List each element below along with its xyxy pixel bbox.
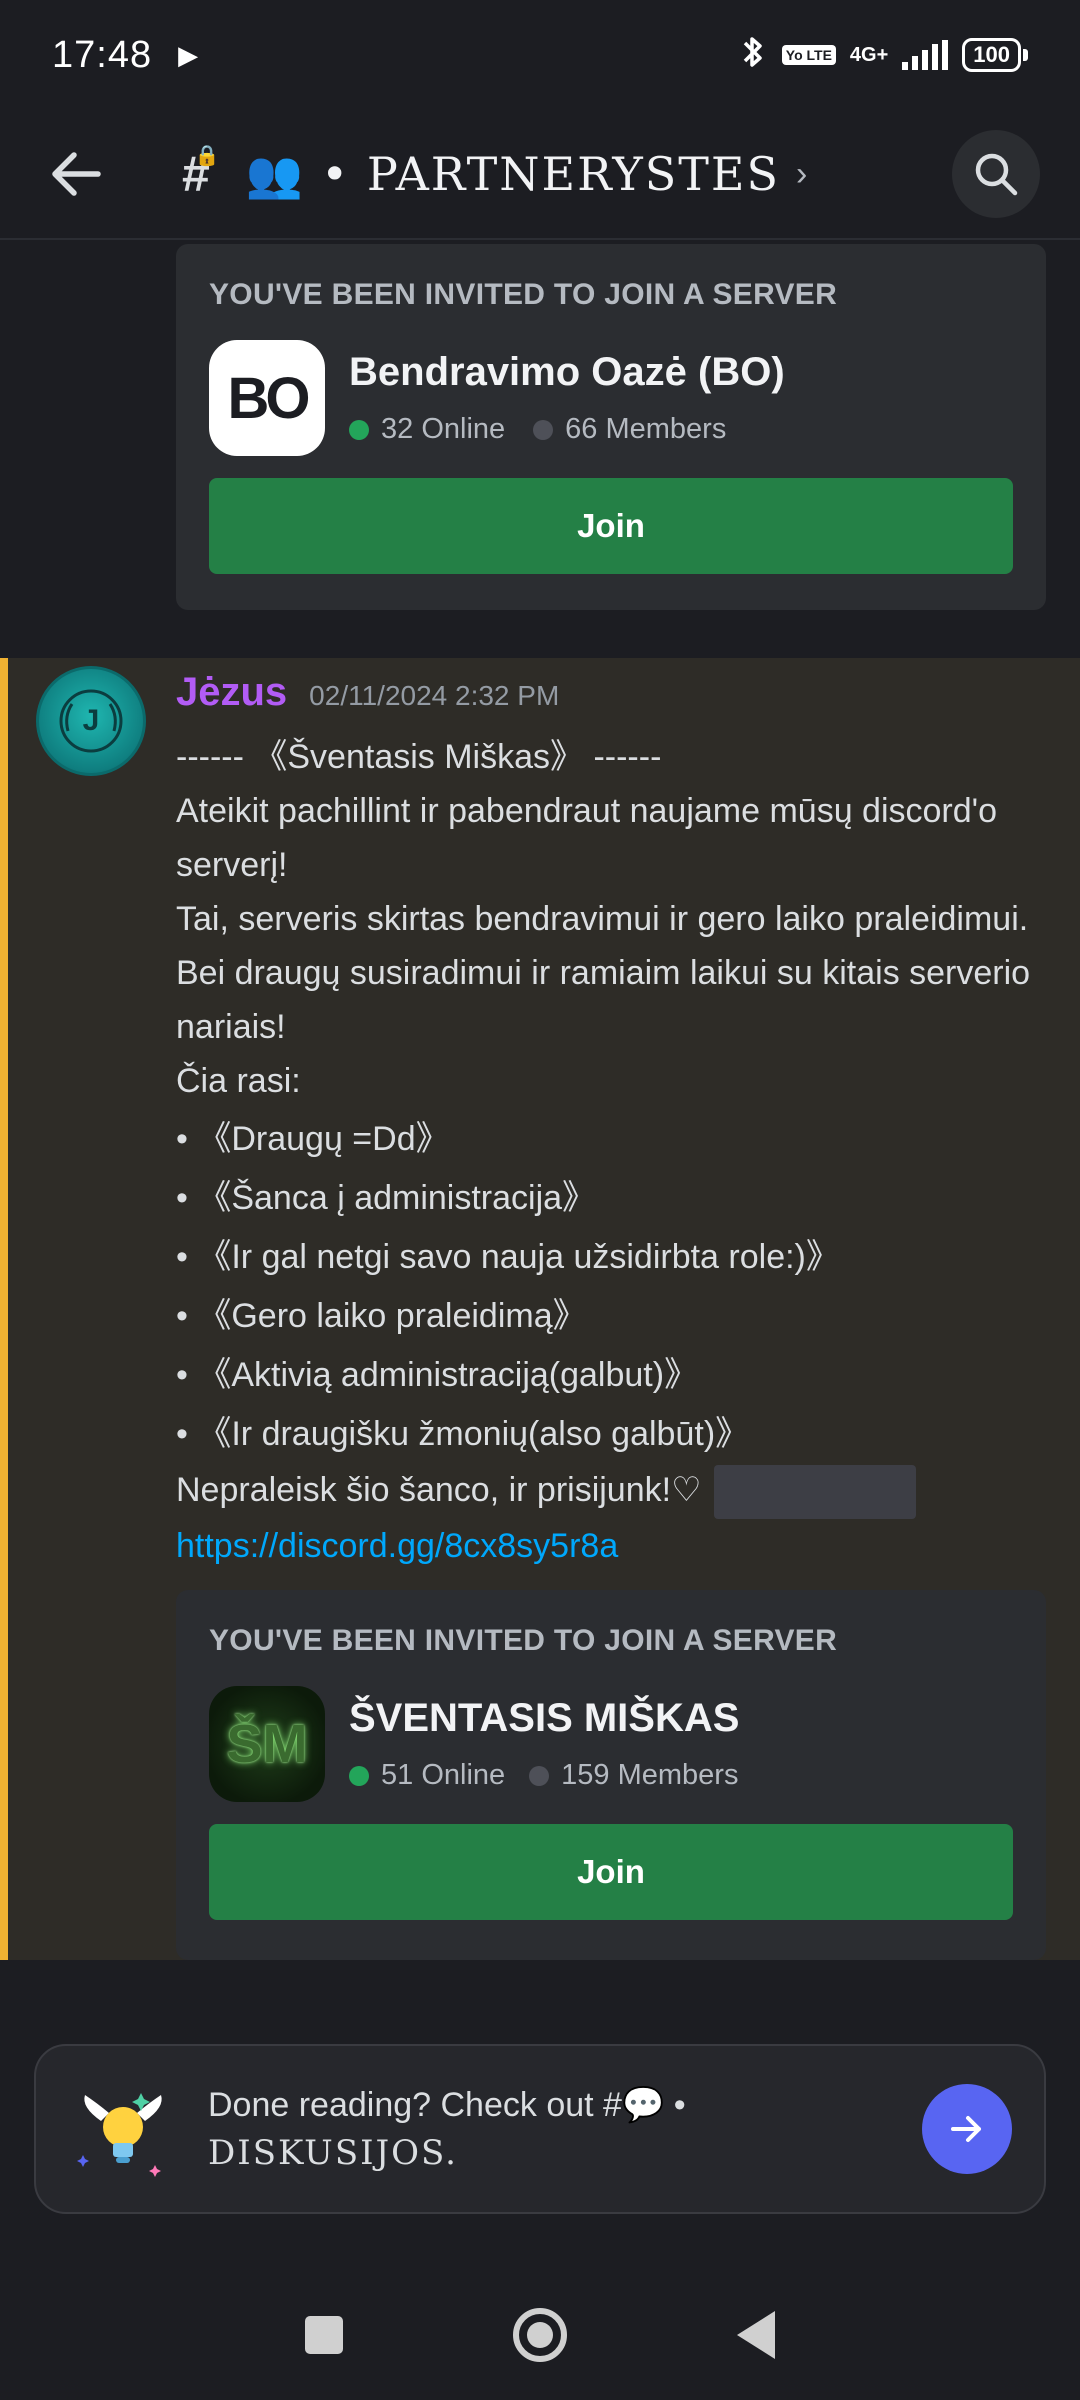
message-timestamp: 02/11/2024 2:32 PM [309, 680, 560, 711]
message-line: Ateikit pachillint ir pabendraut naujame… [176, 792, 998, 884]
server-invite-card: YOU'VE BEEN INVITED TO JOIN A SERVER BO … [176, 244, 1046, 610]
previous-message: YOU'VE BEEN INVITED TO JOIN A SERVER BO … [0, 242, 1080, 660]
members-dot-icon [533, 419, 554, 440]
status-bar: 17:48 ▶ Yo LTE 4G+ 100 [0, 0, 1080, 110]
online-count: 32 Online [381, 413, 506, 445]
next-channel-prompt[interactable]: Done reading? Check out #💬 • DISKUSIJOS. [34, 2044, 1046, 2214]
invite-link[interactable]: https://discord.gg/8cx8sy5r8a [176, 1527, 618, 1565]
server-icon: BO [209, 340, 325, 456]
online-dot-icon [349, 419, 369, 440]
battery-icon: 100 [962, 38, 1028, 72]
network-type: 4G+ [849, 43, 889, 66]
message-line: Nepraleisk šio šanco, ir prisijunk!♡ [176, 1471, 702, 1509]
server-icon: ŠM [209, 1686, 325, 1802]
server-icon-text: BO [227, 365, 311, 431]
system-nav-bar [0, 2270, 1080, 2400]
channel-emoji: 👥 [245, 147, 304, 200]
chevron-right-icon[interactable]: › [796, 155, 807, 194]
list-item: • 《Aktivią administraciją(galbut)》 [176, 1356, 699, 1394]
server-name: ŠVENTASIS MIŠKAS [349, 1696, 740, 1740]
member-count: 159 Members [561, 1759, 739, 1791]
prompt-text: Done reading? Check out #💬 • [208, 2086, 686, 2124]
go-to-channel-button[interactable] [922, 2084, 1012, 2174]
back-button[interactable] [40, 138, 112, 210]
message-line: ------ 《Šventasis Miškas》 ------ [176, 738, 662, 776]
winged-lightbulb-icon [68, 2074, 178, 2184]
system-back-button[interactable] [737, 2311, 775, 2359]
message-line: Čia rasi: [176, 1062, 301, 1100]
online-dot-icon [349, 1765, 369, 1786]
prompt-channel-name: DISKUSIJOS. [208, 2133, 458, 2173]
bluetooth-icon [738, 34, 768, 77]
locked-text-channel-icon: # 🔒 [182, 145, 220, 202]
list-item: • 《Ir gal netgi savo nauja užsidirbta ro… [176, 1238, 840, 1276]
channel-name[interactable]: • PARTNERYSTES [321, 147, 780, 201]
message-content: ------ 《Šventasis Miškas》 ------ Ateikit… [176, 730, 1056, 1573]
invite-heading: YOU'VE BEEN INVITED TO JOIN A SERVER [209, 1624, 838, 1657]
join-button[interactable]: Join [209, 478, 1013, 574]
join-button[interactable]: Join [209, 1824, 1013, 1920]
media-play-icon: ▶ [178, 39, 199, 70]
spoiler-block[interactable] [713, 1465, 916, 1520]
message-line: Tai, serveris skirtas bendravimui ir ger… [176, 900, 1031, 1046]
members-dot-icon [529, 1765, 550, 1786]
online-count: 51 Online [381, 1759, 506, 1791]
arrow-left-icon [52, 152, 101, 196]
search-icon [975, 153, 1018, 196]
member-count: 66 Members [565, 413, 727, 445]
home-button[interactable] [513, 2308, 567, 2362]
recents-button[interactable] [305, 2316, 343, 2354]
clock: 17:48 [52, 33, 153, 76]
channel-header: # 🔒 👥 • PARTNERYSTES › [0, 110, 1080, 240]
avatar-initial: J [82, 704, 100, 737]
server-invite-card: YOU'VE BEEN INVITED TO JOIN A SERVER ŠM … [176, 1590, 1046, 1960]
arrow-right-icon [951, 2116, 981, 2142]
server-icon-text: ŠM [226, 1714, 308, 1774]
list-item: • 《Ir draugišku žmonių(also galbūt)》 [176, 1415, 750, 1453]
author-name[interactable]: Jėzus [176, 670, 287, 715]
signal-icon [902, 40, 949, 70]
list-item: • 《Gero laiko praleidimą》 [176, 1297, 587, 1335]
message-item[interactable]: J Jėzus 02/11/2024 2:32 PM ------ 《Švent… [0, 658, 1080, 1960]
server-name: Bendravimo Oazė (BO) [349, 350, 785, 394]
avatar[interactable]: J [36, 666, 146, 776]
list-item: • 《Draugų =Dd》 [176, 1120, 450, 1158]
volte-badge: Yo LTE [781, 45, 836, 65]
search-button[interactable] [952, 130, 1040, 218]
list-item: • 《Šanca į administracija》 [176, 1179, 597, 1217]
invite-heading: YOU'VE BEEN INVITED TO JOIN A SERVER [209, 278, 838, 311]
battery-level: 100 [962, 38, 1021, 72]
